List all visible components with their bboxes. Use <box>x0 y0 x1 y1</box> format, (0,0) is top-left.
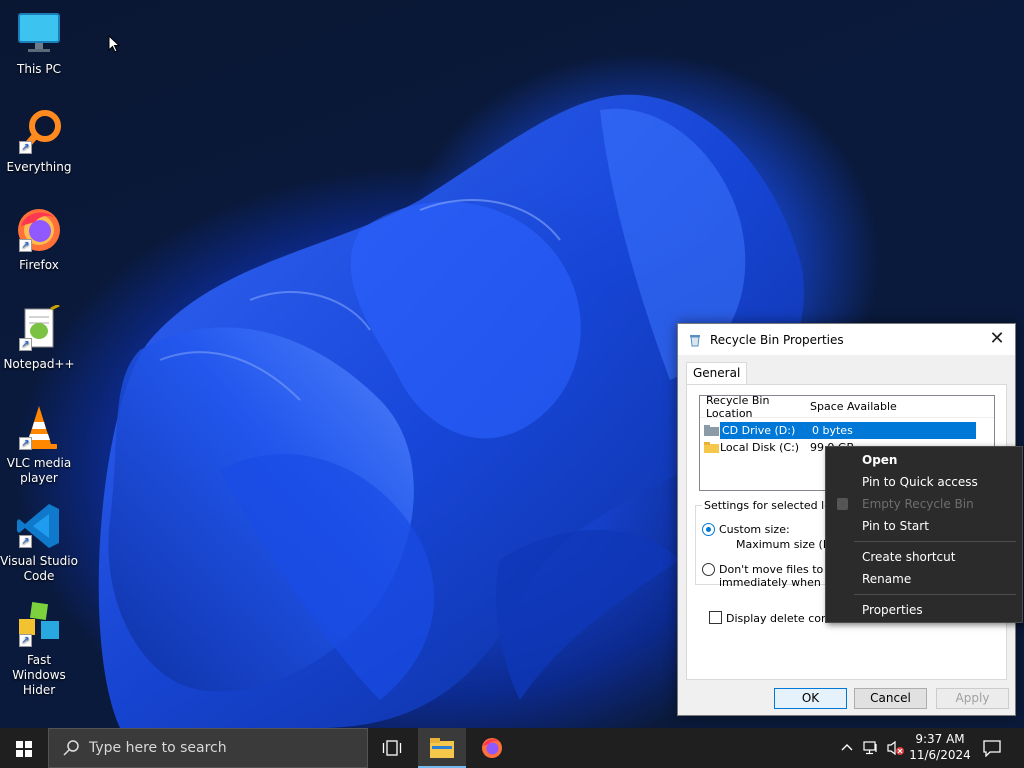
menu-item-empty-recycle-bin[interactable]: Empty Recycle Bin <box>826 493 1022 515</box>
close-icon[interactable]: ✕ <box>987 330 1007 350</box>
menu-item-pin-quick-access[interactable]: Pin to Quick access <box>826 471 1022 493</box>
menu-item-create-shortcut[interactable]: Create shortcut <box>826 546 1022 568</box>
menu-separator <box>854 541 1016 542</box>
desktop-icon-firefox[interactable]: ↗ Firefox <box>0 206 78 273</box>
task-view-icon <box>382 740 402 756</box>
menu-separator <box>854 594 1016 595</box>
clock-date: 11/6/2024 <box>909 748 971 762</box>
shortcut-arrow-icon: ↗ <box>19 535 32 548</box>
dont-move-files-label-line2: immediately when de <box>719 576 839 589</box>
task-view-button[interactable] <box>368 728 416 768</box>
firefox-icon: ↗ <box>15 206 63 254</box>
shortcut-arrow-icon: ↗ <box>19 437 32 450</box>
volume-tray-button[interactable] <box>884 728 906 768</box>
taskbar-file-explorer[interactable] <box>418 728 466 768</box>
menu-item-open[interactable]: Open <box>826 449 1022 471</box>
desktop-icon-label: VLC media player <box>6 456 72 485</box>
custom-size-radio[interactable] <box>702 523 715 536</box>
cancel-button[interactable]: Cancel <box>854 688 927 709</box>
desktop-icon-label: Firefox <box>19 258 59 272</box>
taskbar-clock[interactable]: 9:37 AM 11/6/2024 <box>905 731 975 763</box>
menu-item-pin-start[interactable]: Pin to Start <box>826 515 1022 537</box>
volume-muted-icon <box>887 740 904 756</box>
taskbar-search-box[interactable]: Type here to search <box>48 728 368 768</box>
tab-general[interactable]: General <box>686 362 748 385</box>
shortcut-arrow-icon: ↗ <box>19 239 32 252</box>
recycle-bin-icon <box>690 334 700 346</box>
dialog-title-bar[interactable]: Recycle Bin Properties <box>678 324 1015 355</box>
desktop-icon-vlc[interactable]: ↗ VLC media player <box>0 404 78 486</box>
search-placeholder: Type here to search <box>89 740 227 756</box>
notepad-plus-plus-icon: ↗ <box>15 303 63 353</box>
notification-icon <box>983 740 1001 757</box>
column-header-space[interactable]: Space Available <box>810 400 897 413</box>
windows-logo-icon <box>16 741 32 757</box>
desktop-icon-label: Visual Studio Code <box>0 554 78 583</box>
context-menu: Open Pin to Quick access Empty Recycle B… <box>825 446 1023 623</box>
chevron-up-icon <box>841 744 853 751</box>
list-header: Recycle Bin Location Space Available <box>700 394 994 420</box>
menu-item-properties[interactable]: Properties <box>826 599 1022 621</box>
taskbar-firefox[interactable] <box>468 728 516 768</box>
file-explorer-icon <box>430 738 454 758</box>
dialog-title: Recycle Bin Properties <box>710 332 844 347</box>
tab-strip: General <box>686 362 748 385</box>
vscode-icon: ↗ <box>15 502 63 550</box>
network-icon <box>863 741 877 755</box>
desktop-icon-fast-windows-hider[interactable]: ↗ Fast Windows Hider <box>0 601 78 698</box>
taskbar: Type here to search 9:37 AM 11/6/2024 <box>0 728 1024 768</box>
monitor-icon <box>15 10 63 58</box>
desktop-icon-label: Notepad++ <box>3 357 75 371</box>
mouse-cursor-icon <box>108 35 120 53</box>
desktop-icon-label: Fast Windows Hider <box>12 653 66 697</box>
desktop-icon-vscode[interactable]: ↗ Visual Studio Code <box>0 502 78 584</box>
desktop-icon-label: This PC <box>17 62 61 76</box>
column-header-location[interactable]: Recycle Bin Location <box>700 394 810 420</box>
start-button[interactable] <box>0 728 48 768</box>
drive-folder-icon <box>704 425 719 436</box>
shortcut-arrow-icon: ↗ <box>19 634 32 647</box>
dont-move-files-label: Don't move files to th <box>719 563 839 576</box>
desktop-icon-notepadpp[interactable]: ↗ Notepad++ <box>0 303 78 372</box>
recycle-bin-icon <box>837 498 848 510</box>
desktop-icon-label: Everything <box>6 160 72 174</box>
vlc-cone-icon: ↗ <box>15 404 63 452</box>
notification-center-button[interactable] <box>978 728 1008 768</box>
cubes-icon: ↗ <box>15 601 63 649</box>
clock-time: 9:37 AM <box>915 732 965 746</box>
ok-button[interactable]: OK <box>774 688 847 709</box>
show-hidden-icons-button[interactable] <box>838 728 856 768</box>
network-tray-button[interactable] <box>860 728 882 768</box>
desktop-icon-everything[interactable]: ↗ Everything <box>0 108 78 175</box>
desktop-icon-this-pc[interactable]: This PC <box>0 10 78 77</box>
dont-move-files-radio[interactable] <box>702 563 715 576</box>
menu-item-rename[interactable]: Rename <box>826 568 1022 590</box>
list-item[interactable]: CD Drive (D:) 0 bytes <box>720 422 976 439</box>
firefox-icon <box>482 738 502 758</box>
shortcut-arrow-icon: ↗ <box>19 141 32 154</box>
magnifier-icon: ↗ <box>15 108 63 156</box>
search-icon <box>63 740 79 756</box>
shortcut-arrow-icon: ↗ <box>19 338 32 351</box>
custom-size-label: Custom size: <box>719 523 790 536</box>
display-delete-confirmation-checkbox[interactable] <box>709 611 722 624</box>
apply-button[interactable]: Apply <box>936 688 1009 709</box>
